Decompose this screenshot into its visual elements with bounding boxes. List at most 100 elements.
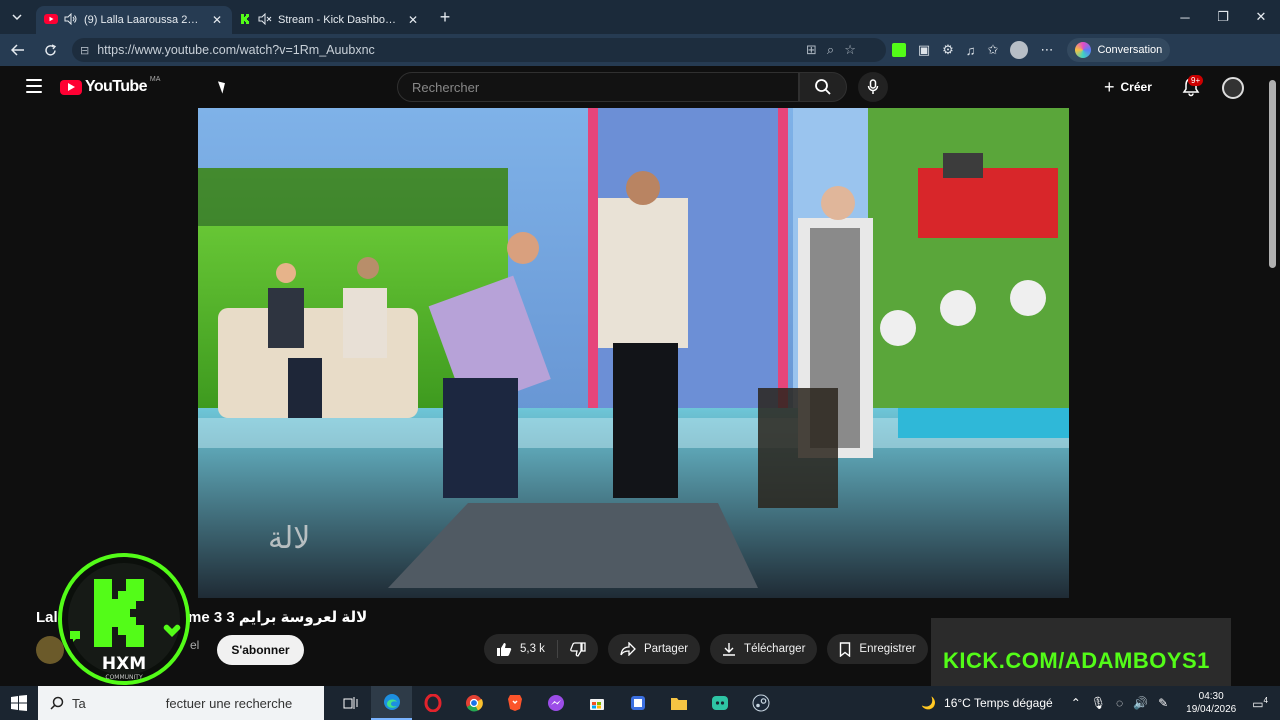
search-input[interactable]: Rechercher xyxy=(397,72,799,102)
favorite-star-icon[interactable]: ☆ xyxy=(844,42,856,58)
close-window-icon[interactable]: ✕ xyxy=(1242,0,1280,34)
app-grid-icon[interactable]: ⊞ xyxy=(806,42,817,58)
recommended-video-card[interactable]: KICK.COM/ADAMBOYS1 xyxy=(931,618,1231,686)
url-text: https://www.youtube.com/watch?v=1Rm_Auub… xyxy=(97,43,375,57)
search-button[interactable] xyxy=(799,72,847,102)
refresh-icon[interactable] xyxy=(36,36,64,64)
file-explorer-icon[interactable] xyxy=(658,686,699,720)
kick-url-overlay: KICK.COM/ADAMBOYS1 xyxy=(943,648,1210,673)
network-icon[interactable]: ◌ xyxy=(1116,696,1123,710)
account-avatar[interactable] xyxy=(1222,77,1244,99)
microsoft-store-icon[interactable] xyxy=(576,686,617,720)
opera-icon[interactable] xyxy=(412,686,453,720)
youtube-logo[interactable]: YouTube MA xyxy=(60,76,160,96)
thumbs-up-icon xyxy=(497,642,512,656)
subscribe-button[interactable]: S'abonner xyxy=(217,635,304,665)
windows-taskbar: Ta fectuer une recherche 🌙 16°C Temps dé… xyxy=(0,686,1280,720)
minimize-icon[interactable]: ─ xyxy=(1166,0,1204,34)
menu-icon[interactable] xyxy=(26,79,42,93)
brave-icon[interactable] xyxy=(494,686,535,720)
extensions-puzzle-icon[interactable]: ⚙ xyxy=(942,42,954,58)
media-icon[interactable]: ♫ xyxy=(966,43,976,58)
system-tray: 🌙 16°C Temps dégagé ⌃ 🎙 ◌ 🔊 ✎ 04:30 19/0… xyxy=(921,686,1280,720)
share-label: Partager xyxy=(643,643,689,655)
share-arrow-icon xyxy=(620,642,636,656)
system-clock[interactable]: 04:30 19/04/2026 xyxy=(1186,690,1236,716)
kick-icon xyxy=(240,13,252,28)
windows-start-icon[interactable] xyxy=(0,686,38,720)
search-placeholder: Rechercher xyxy=(412,79,480,95)
like-dislike-group: 5,3 k xyxy=(484,634,598,664)
create-button[interactable]: + Créer xyxy=(1104,76,1152,98)
weather-moon-icon[interactable]: 🌙 xyxy=(921,696,936,710)
clock-date: 19/04/2026 xyxy=(1186,704,1237,715)
plus-icon: + xyxy=(1104,76,1115,97)
like-button[interactable]: 5,3 k xyxy=(484,634,557,664)
notification-center-icon[interactable]: ▭4 xyxy=(1252,696,1268,711)
browser-tab-bar: (9) Lalla Laaroussa 2026 Prime ✕ Stream … xyxy=(0,0,1280,34)
tab-title: Stream - Kick Dashboard xyxy=(278,14,400,26)
profile-avatar-icon[interactable] xyxy=(1010,41,1029,59)
more-menu-icon[interactable]: ⋯ xyxy=(1040,42,1053,58)
task-view-icon[interactable] xyxy=(330,686,371,720)
tray-chevron-up-icon[interactable]: ⌃ xyxy=(1071,696,1081,710)
tab-list-chevron-icon[interactable] xyxy=(4,4,30,30)
video-player[interactable]: لالة xyxy=(198,108,1069,598)
save-button[interactable]: Enregistrer xyxy=(827,634,928,664)
like-count: 5,3 k xyxy=(520,643,545,655)
notification-center-count: 4 xyxy=(1263,695,1268,705)
url-field[interactable]: ⊟ https://www.youtube.com/watch?v=1Rm_Au… xyxy=(72,38,886,62)
favorites-icon[interactable]: ✩ xyxy=(988,42,999,58)
share-button[interactable]: Partager xyxy=(607,634,701,664)
subscribe-label: S'abonner xyxy=(231,643,290,657)
video-title-start: Lal xyxy=(36,609,58,626)
messenger-icon[interactable] xyxy=(535,686,576,720)
voice-search-button[interactable] xyxy=(858,72,888,102)
chrome-icon[interactable] xyxy=(453,686,494,720)
microphone-tray-icon[interactable]: 🎙 xyxy=(1091,696,1106,710)
taskbar-search-box[interactable]: Ta fectuer une recherche xyxy=(38,686,324,720)
volume-icon[interactable]: 🔊 xyxy=(1133,696,1148,710)
tab-title: (9) Lalla Laaroussa 2026 Prime xyxy=(84,14,204,26)
new-tab-plus-icon[interactable]: + xyxy=(432,4,458,30)
thumbs-down-icon xyxy=(570,641,586,657)
youtube-play-icon xyxy=(60,79,82,95)
site-info-icon[interactable]: ⊟ xyxy=(80,44,89,57)
speaker-icon[interactable] xyxy=(64,12,78,28)
dislike-button[interactable] xyxy=(558,634,598,664)
back-arrow-icon[interactable] xyxy=(4,36,32,64)
video-title-end: rime 3 لالة لعروسة برايم 3 xyxy=(178,609,368,626)
tab-youtube[interactable]: (9) Lalla Laaroussa 2026 Prime ✕ xyxy=(36,6,232,34)
save-label: Enregistrer xyxy=(859,643,916,655)
youtube-wordmark: YouTube xyxy=(85,78,147,95)
kick-extension-icon[interactable] xyxy=(891,43,906,57)
edge-browser-icon[interactable] xyxy=(371,686,412,720)
create-label: Créer xyxy=(1120,80,1152,94)
zoom-icon[interactable]: ⌕ xyxy=(827,42,834,58)
maximize-icon[interactable]: ❐ xyxy=(1204,0,1242,34)
steam-icon[interactable] xyxy=(740,686,781,720)
app-blue-icon[interactable] xyxy=(617,686,658,720)
mouse-cursor-icon xyxy=(217,79,229,94)
screenshot-extension-icon[interactable]: ▣ xyxy=(918,42,930,58)
close-icon[interactable]: ✕ xyxy=(406,13,420,27)
download-label: Télécharger xyxy=(744,643,806,655)
window-controls: ─ ❐ ✕ xyxy=(1166,0,1280,34)
pen-icon[interactable]: ✎ xyxy=(1158,696,1168,710)
copilot-icon xyxy=(1075,42,1092,58)
scrollbar-thumb[interactable] xyxy=(1269,80,1276,268)
page-scrollbar[interactable] xyxy=(1266,66,1280,686)
hxm-logo-subtext: COMMUNITY xyxy=(105,674,143,681)
speaker-muted-icon[interactable] xyxy=(258,12,272,28)
hxm-community-logo: HXM COMMUNITY xyxy=(58,553,190,685)
tab-kick-dashboard[interactable]: Stream - Kick Dashboard ✕ xyxy=(232,6,428,34)
video-frame: لالة xyxy=(198,108,1069,598)
svg-text:لالة: لالة xyxy=(268,521,310,556)
download-button[interactable]: Télécharger xyxy=(710,634,818,664)
discord-icon[interactable] xyxy=(699,686,740,720)
clock-time: 04:30 xyxy=(1198,691,1224,702)
youtube-header: YouTube MA Rechercher + Créer 9+ xyxy=(4,66,1268,108)
copilot-conversation-button[interactable]: Conversation xyxy=(1067,38,1171,62)
close-icon[interactable]: ✕ xyxy=(210,13,224,27)
weather-text[interactable]: 16°C Temps dégagé xyxy=(944,696,1053,710)
